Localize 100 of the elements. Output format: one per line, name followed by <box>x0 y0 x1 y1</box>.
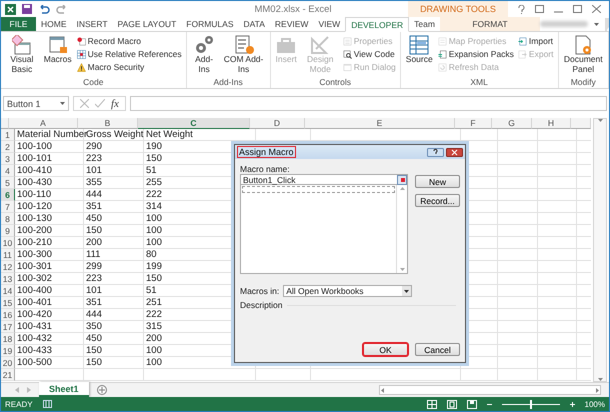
dialog-button[interactable]: OK <box>363 343 408 356</box>
column-header[interactable]: B <box>78 118 138 129</box>
table-cell: 100-301 <box>15 261 84 273</box>
sheet-tab[interactable]: Sheet1 <box>39 382 89 397</box>
table-cell: 150 <box>84 225 144 237</box>
table-cell: 100-432 <box>15 333 84 345</box>
row-header[interactable]: 5 <box>1 177 15 189</box>
insert-function-button[interactable]: fx <box>111 98 119 110</box>
row-header[interactable]: 18 <box>1 333 15 345</box>
zoom-level[interactable]: 100% <box>584 400 605 408</box>
row-header[interactable]: 20 <box>1 357 15 369</box>
ribbon-button[interactable]: Import <box>516 35 554 47</box>
dialog-button[interactable]: Record... <box>415 194 460 207</box>
row-header[interactable]: 2 <box>1 141 15 153</box>
column-header[interactable]: D <box>250 118 305 129</box>
table-cell: 111 <box>84 249 144 261</box>
window-title: MM02.xlsx - Excel <box>253 4 333 14</box>
table-cell: 444 <box>84 309 144 321</box>
table-cell: 100-430 <box>15 177 84 189</box>
table-cell: 350 <box>84 321 144 333</box>
row-header[interactable]: 14 <box>1 285 15 297</box>
ribbon-button[interactable]: Document Panel <box>562 34 605 77</box>
contextual-tab-group: DRAWING TOOLS <box>408 1 508 17</box>
row-header[interactable]: 11 <box>1 249 15 261</box>
ribbon-tab[interactable]: DEVELOPER <box>345 17 410 32</box>
table-cell: 150 <box>84 357 144 369</box>
table-cell: 100-420 <box>15 309 84 321</box>
dialog-button[interactable]: New <box>415 175 460 188</box>
table-cell: 100-401 <box>15 297 84 309</box>
column-header[interactable]: C <box>138 118 250 129</box>
table-cell: 100-210 <box>15 237 84 249</box>
table-cell: 200 <box>84 237 144 249</box>
ribbon-button[interactable]: Record Macro <box>76 35 183 47</box>
column-header[interactable]: E <box>305 118 455 129</box>
ribbon-tab[interactable]: FORMAT <box>440 17 540 31</box>
row-header[interactable]: 13 <box>1 273 15 285</box>
column-header[interactable]: A <box>9 118 78 129</box>
table-cell: 351 <box>84 201 144 213</box>
table-cell: 355 <box>84 177 144 189</box>
table-cell: 100-130 <box>15 213 84 225</box>
group-label: Controls <box>318 77 352 88</box>
ribbon-button[interactable]: Macro Security <box>76 61 183 73</box>
row-header[interactable]: 6 <box>1 189 15 201</box>
macros-in-dropdown[interactable]: All Open Workbooks <box>283 285 412 297</box>
status-text: READY <box>5 400 33 408</box>
row-header[interactable]: 21 <box>1 369 15 381</box>
table-cell: 100-433 <box>15 345 84 357</box>
table-cell: 299 <box>84 261 144 273</box>
row-header[interactable]: 15 <box>1 297 15 309</box>
row-header[interactable]: 16 <box>1 309 15 321</box>
table-cell: 223 <box>84 153 144 165</box>
ribbon-button[interactable]: Add-Ins <box>190 34 219 77</box>
column-header[interactable]: F <box>455 118 492 129</box>
table-cell: 100-200 <box>15 225 84 237</box>
row-header[interactable]: 4 <box>1 165 15 177</box>
group-label: Add-Ins <box>212 77 244 88</box>
table-cell: 100-410 <box>15 165 84 177</box>
dialog-button[interactable]: Cancel <box>415 343 460 356</box>
dialog-title: Assign Macro <box>237 146 296 158</box>
name-box[interactable]: Button 1 <box>3 96 69 111</box>
row-header[interactable]: 19 <box>1 345 15 357</box>
row-header[interactable]: 10 <box>1 237 15 249</box>
ribbon-button[interactable]: Macros <box>42 34 74 77</box>
ribbon-tab[interactable]: FILE <box>1 17 36 31</box>
table-cell: 351 <box>84 297 144 309</box>
table-cell: 450 <box>84 333 144 345</box>
table-cell: 101 <box>84 165 144 177</box>
table-cell: 223 <box>84 273 144 285</box>
table-cell: 100-302 <box>15 273 84 285</box>
row-header[interactable]: 7 <box>1 201 15 213</box>
ribbon-button[interactable]: View Code <box>342 48 397 60</box>
column-header[interactable]: G <box>492 118 532 129</box>
table-cell: 100-300 <box>15 249 84 261</box>
table-cell: 100-100 <box>15 141 84 153</box>
table-cell: 290 <box>84 141 144 153</box>
row-header[interactable]: 3 <box>1 153 15 165</box>
row-header[interactable]: 12 <box>1 261 15 273</box>
ribbon-button[interactable]: Source <box>404 34 435 77</box>
ribbon-button[interactable]: Visual Basic <box>4 34 40 77</box>
group-label: Modify <box>570 77 597 88</box>
table-cell: 100-500 <box>15 357 84 369</box>
macro-name-field[interactable]: Button1_Click <box>240 174 408 185</box>
row-header[interactable]: 8 <box>1 213 15 225</box>
group-label: XML <box>469 77 489 88</box>
table-cell: 100-120 <box>15 201 84 213</box>
table-cell: 100-431 <box>15 321 84 333</box>
group-label: Code <box>82 77 104 88</box>
row-header[interactable]: 9 <box>1 225 15 237</box>
column-header[interactable]: H <box>532 118 571 129</box>
ribbon-button[interactable]: Use Relative References <box>76 48 183 60</box>
table-cell: 150 <box>84 345 144 357</box>
table-cell: 444 <box>84 189 144 201</box>
table-cell: 100-110 <box>15 189 84 201</box>
row-header[interactable]: 17 <box>1 321 15 333</box>
row-header[interactable]: 1 <box>1 129 15 141</box>
ribbon-button[interactable]: COM Add-Ins <box>220 34 267 77</box>
table-cell: 100-400 <box>15 285 84 297</box>
table-cell: 101 <box>84 285 144 297</box>
table-cell: 100-101 <box>15 153 84 165</box>
ribbon-button[interactable]: Expansion Packs <box>436 48 515 60</box>
